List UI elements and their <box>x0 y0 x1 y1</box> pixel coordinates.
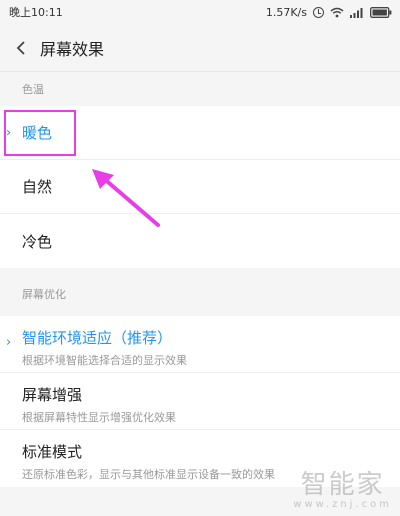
screen: 晚上10:11 1.57K/s 屏幕效果 色温 › 暖色 自然 冷色 屏幕优化 … <box>0 0 400 516</box>
optimize-list: › 智能环境适应（推荐） 根据环境智能选择合适的显示效果 屏幕增强 根据屏幕特性… <box>0 316 400 487</box>
title-bar: 屏幕效果 <box>0 24 400 72</box>
section-header-color-temp: 色温 <box>22 83 44 96</box>
option-label: 智能环境适应（推荐） <box>22 329 173 347</box>
option-label: 标准模式 <box>22 443 83 461</box>
option-label: 屏幕增强 <box>22 386 83 404</box>
signal-icon <box>350 7 364 18</box>
battery-icon <box>370 6 392 18</box>
network-speed: 1.57K/s <box>265 5 307 19</box>
option-enhance[interactable]: 屏幕增强 根据屏幕特性显示增强优化效果 <box>0 373 400 430</box>
watermark: 智能家 www.znj.com <box>293 464 392 510</box>
wifi-icon <box>330 7 344 18</box>
status-icons: 1.57K/s <box>266 6 392 19</box>
option-label: 自然 <box>22 178 53 196</box>
option-description: 根据屏幕特性显示增强优化效果 <box>22 411 176 424</box>
section-header-optimize: 屏幕优化 <box>22 288 66 301</box>
watermark-logo: 智能家 <box>300 470 385 500</box>
option-cool[interactable]: 冷色 <box>0 214 400 268</box>
option-label: 冷色 <box>22 232 53 251</box>
option-smart-adapt[interactable]: › 智能环境适应（推荐） 根据环境智能选择合适的显示效果 <box>0 316 400 373</box>
option-natural[interactable]: 自然 <box>0 160 400 214</box>
alarm-icon <box>313 6 324 18</box>
annotation-highlight-box <box>4 110 76 156</box>
page-title: 屏幕效果 <box>40 39 105 59</box>
status-time: 晚上10:11 <box>9 6 63 19</box>
option-description: 根据环境智能选择合适的显示效果 <box>22 354 187 367</box>
status-bar: 晚上10:11 1.57K/s <box>0 0 400 24</box>
annotation-arrow-icon <box>92 169 160 227</box>
chevron-left-icon[interactable] <box>4 24 38 72</box>
watermark-url: www.znj.com <box>293 499 392 510</box>
selected-chevron-icon: › <box>6 335 12 350</box>
